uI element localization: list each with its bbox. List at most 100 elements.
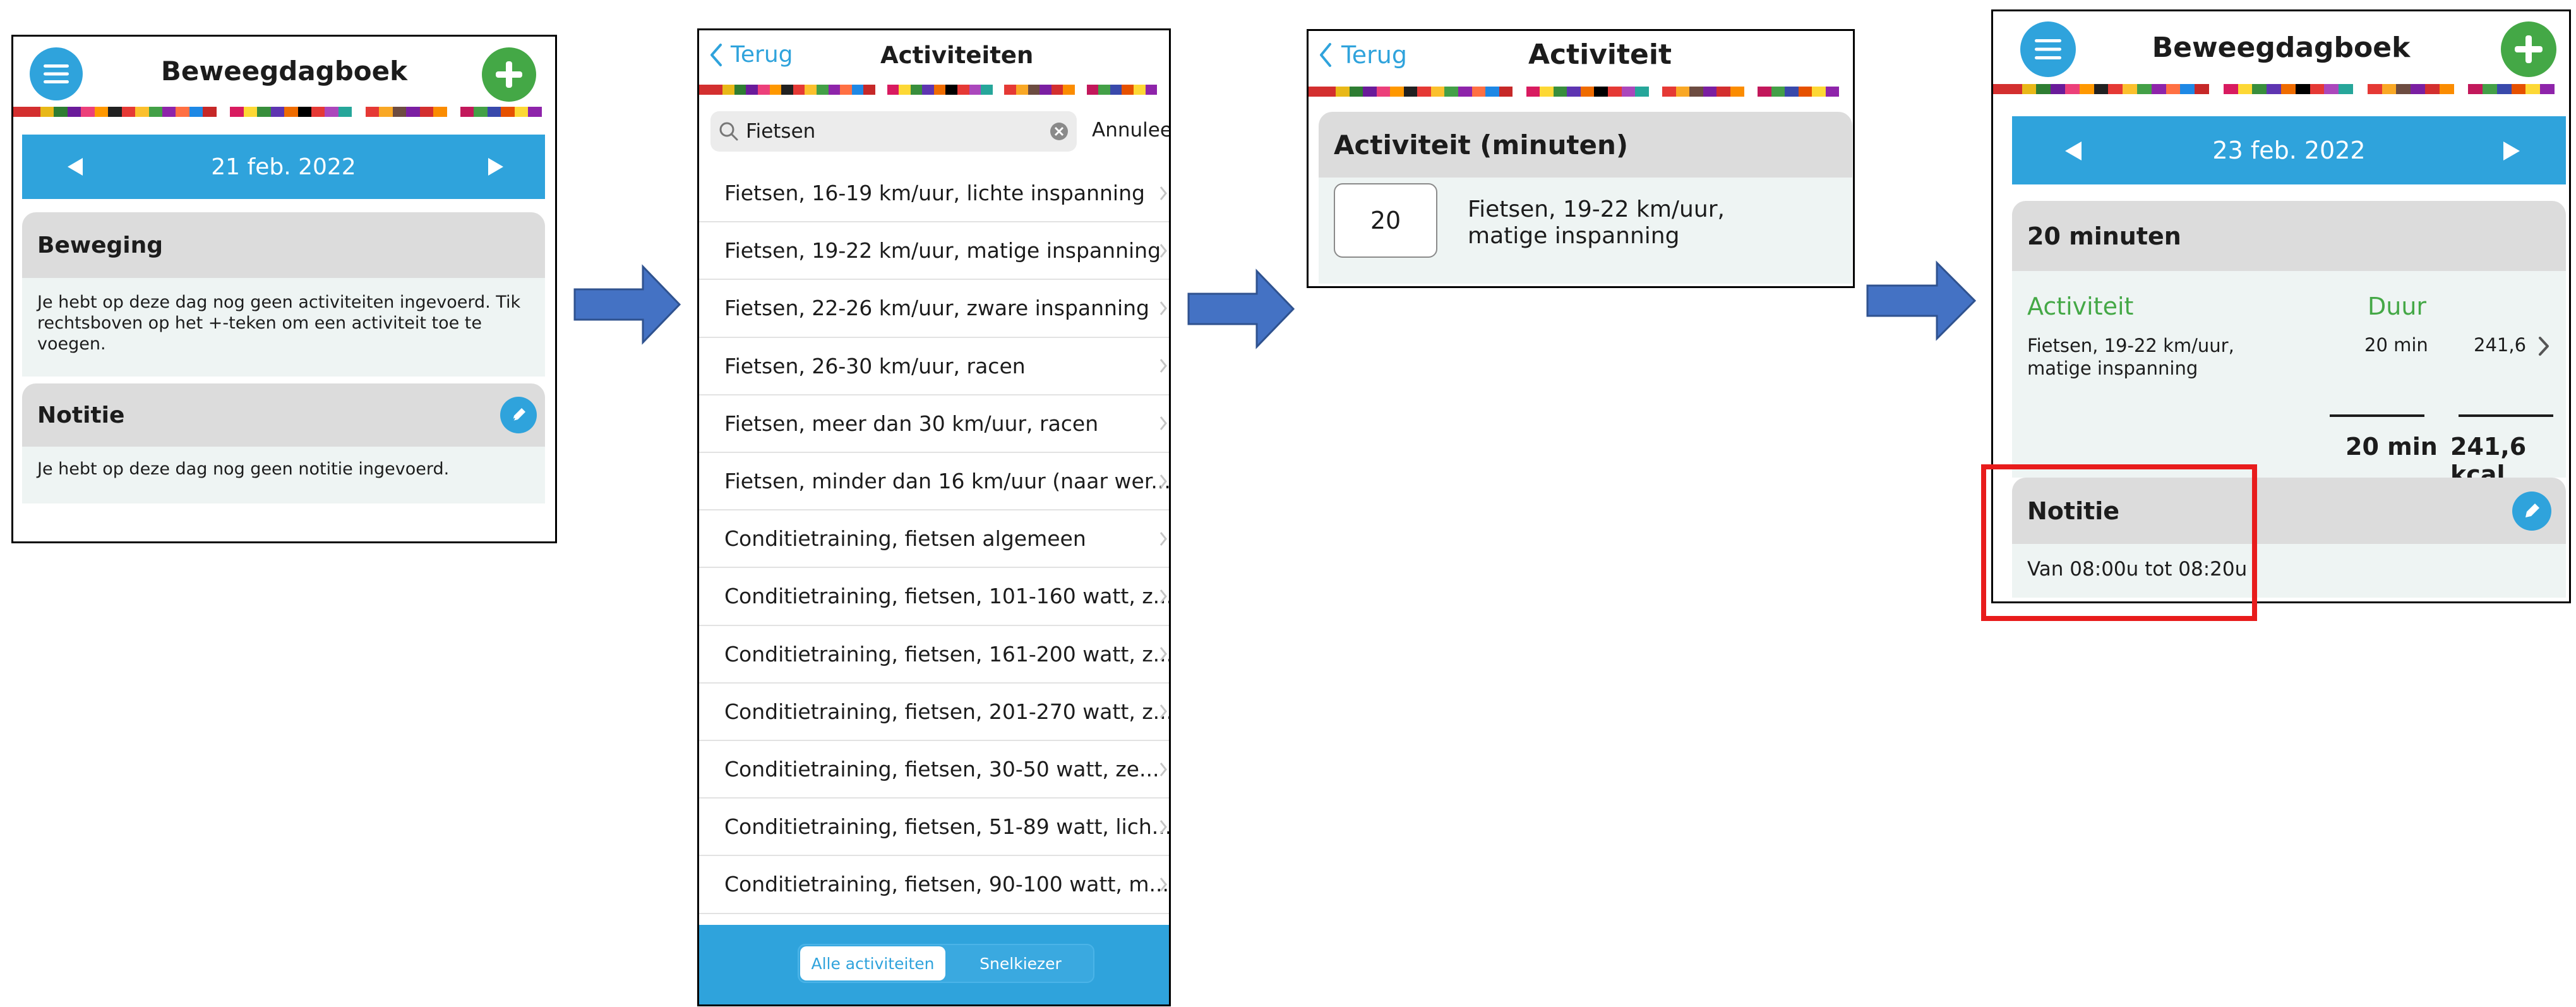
tab-snelkiezer[interactable]: Snelkiezer <box>948 946 1093 980</box>
selected-activity: Fietsen, 19-22 km/uur, matige inspanning <box>1468 196 1725 250</box>
current-date[interactable]: 23 feb. 2022 <box>2212 136 2365 164</box>
decorative-strip <box>1993 84 2569 94</box>
screen-activity-detail: Terug Activiteit Activiteit (minuten) 20… <box>1307 29 1855 288</box>
list-item-label: Conditietraining, fietsen, 101-160 watt,… <box>724 584 1171 609</box>
list-item-label: Fietsen, 19-22 km/uur, matige inspanning <box>724 238 1161 263</box>
page-title: Activiteit <box>1528 39 1672 71</box>
activity-kcal: 241,6 <box>2474 334 2527 356</box>
activity-line-2: matige inspanning <box>1468 223 1680 249</box>
chevron-right-icon <box>1159 474 1167 488</box>
list-item[interactable]: Conditietraining, fietsen, 90-100 watt, … <box>699 856 1169 914</box>
list-item[interactable]: Fietsen, minder dan 16 km/uur (naar wer.… <box>699 453 1171 511</box>
summary-body: Activiteit Duur Fietsen, 19-22 km/uur, m… <box>2012 271 2566 488</box>
chevron-right-icon <box>1159 589 1167 603</box>
pencil-icon <box>512 408 525 421</box>
minutes-section-body: 20 Fietsen, 19-22 km/uur, matige inspann… <box>1319 178 1852 284</box>
summary-title: 20 minuten <box>2027 222 2181 250</box>
total-divider-minutes <box>2330 414 2424 417</box>
screen-day-empty: Beweegdagboek 21 feb. 2022 Beweging Je h… <box>11 35 557 543</box>
arrow-right-icon <box>573 264 681 345</box>
chevron-right-icon <box>2539 337 2549 356</box>
chevron-right-icon <box>1159 531 1167 546</box>
back-button[interactable]: Terug <box>1319 41 1407 69</box>
list-item-label: Fietsen, minder dan 16 km/uur (naar wer.… <box>724 469 1171 494</box>
column-activiteit: Activiteit <box>2027 292 2134 320</box>
back-label: Terug <box>1341 41 1407 69</box>
list-item-label: Fietsen, 16-19 km/uur, lichte inspanning <box>724 181 1145 206</box>
total-minutes: 20 min <box>2345 433 2438 461</box>
add-activity-button[interactable] <box>482 47 536 102</box>
current-date[interactable]: 21 feb. 2022 <box>211 154 356 180</box>
edit-note-button[interactable] <box>500 397 537 433</box>
chevron-right-icon <box>1159 647 1167 661</box>
list-item[interactable]: Fietsen, 16-19 km/uur, lichte inspanning <box>699 165 1169 223</box>
chevron-left-icon[interactable] <box>2065 142 2082 160</box>
search-icon <box>719 122 738 141</box>
search-field[interactable]: Fietsen <box>710 111 1077 152</box>
minutes-input[interactable]: 20 <box>1334 183 1437 258</box>
notitie-body: Je hebt op deze dag nog geen notitie ing… <box>22 447 545 504</box>
cancel-button[interactable]: Annulee <box>1092 119 1169 142</box>
list-item[interactable]: Conditietraining, fietsen, 30-50 watt, z… <box>699 741 1169 799</box>
screen-activity-search: Terug Activiteiten Fietsen Annulee Fiets… <box>697 28 1171 1006</box>
page-title: Beweegdagboek <box>2152 32 2411 64</box>
arrow-right-icon <box>1187 268 1295 349</box>
list-item-label: Conditietraining, fietsen algemeen <box>724 526 1086 552</box>
activity-minutes: 20 min <box>2364 334 2428 356</box>
chevron-right-icon <box>1159 819 1167 834</box>
chevron-right-icon <box>1159 762 1167 776</box>
list-item-label: Fietsen, 22-26 km/uur, zware inspanning <box>724 296 1149 321</box>
list-item[interactable]: Fietsen, 22-26 km/uur, zware inspanning <box>699 280 1169 338</box>
list-item-label: Conditietraining, fietsen, 201-270 watt,… <box>724 699 1171 724</box>
tab-alle-activiteiten[interactable]: Alle activiteiten <box>800 946 945 980</box>
list-item[interactable]: Conditietraining, fietsen, 161-200 watt,… <box>699 626 1169 684</box>
beweging-body: Je hebt op deze dag nog geen activiteite… <box>22 278 545 377</box>
notitie-empty-text: Je hebt op deze dag nog geen notitie ing… <box>37 459 450 479</box>
chevron-right-icon <box>1159 359 1167 373</box>
back-chevron-icon <box>710 43 722 66</box>
chevron-right-icon <box>1159 186 1167 200</box>
notitie-header[interactable]: Notitie <box>22 383 545 447</box>
clear-icon[interactable] <box>1049 121 1069 142</box>
list-item[interactable]: Conditietraining, fietsen, 201-270 watt,… <box>699 684 1169 741</box>
back-button[interactable]: Terug <box>709 42 793 68</box>
add-activity-button[interactable] <box>2501 21 2556 77</box>
search-input[interactable]: Fietsen <box>746 120 815 143</box>
plus-icon <box>2515 35 2543 63</box>
list-item[interactable]: Fietsen, 19-22 km/uur, matige inspanning <box>699 222 1169 280</box>
list-item[interactable]: Conditietraining, fietsen, 51-89 watt, l… <box>699 799 1169 857</box>
list-item[interactable]: Fietsen, 26-30 km/uur, racen <box>699 338 1169 395</box>
summary-header: 20 minuten <box>2012 201 2566 271</box>
date-navigation-bar: 21 feb. 2022 <box>22 135 545 199</box>
chevron-right-icon <box>1159 704 1167 719</box>
activity-line-1: Fietsen, 19-22 km/uur, <box>1468 196 1725 222</box>
beweging-empty-text: Je hebt op deze dag nog geen activiteite… <box>37 292 521 354</box>
chevron-right-icon[interactable] <box>2503 142 2520 160</box>
list-item-label: Conditietraining, fietsen, 30-50 watt, z… <box>724 757 1159 782</box>
chevron-left-icon[interactable] <box>68 158 83 176</box>
chevron-right-icon[interactable] <box>488 158 503 176</box>
back-label: Terug <box>731 42 793 68</box>
back-chevron-icon <box>1320 43 1331 67</box>
segmented-control: Alle activiteiten Snelkiezer <box>798 944 1094 983</box>
chevron-right-icon <box>1159 416 1167 431</box>
plus-icon <box>496 61 522 88</box>
pencil-icon <box>2525 504 2539 517</box>
total-divider-kcal <box>2459 414 2553 417</box>
list-item-label: Conditietraining, fietsen, 90-100 watt, … <box>724 872 1169 897</box>
beweging-header: Beweging <box>22 212 545 278</box>
chevron-right-icon <box>1159 877 1167 891</box>
decorative-strip <box>699 85 1169 95</box>
chevron-right-icon <box>1159 301 1167 315</box>
list-item-label: Fietsen, 26-30 km/uur, racen <box>724 353 1026 378</box>
list-item[interactable]: Fietsen, meer dan 30 km/uur, racen <box>699 395 1169 453</box>
decorative-strip <box>13 107 555 117</box>
activity-row[interactable]: Fietsen, 19-22 km/uur, matige inspanning… <box>2012 334 2566 391</box>
edit-note-button[interactable] <box>2512 491 2551 531</box>
list-item[interactable]: Conditietraining, fietsen algemeen <box>699 510 1169 569</box>
list-item[interactable]: Conditietraining, fietsen, 101-160 watt,… <box>699 568 1171 626</box>
activity-name-line-2: matige inspanning <box>2027 358 2198 379</box>
segment-bar: Alle activiteiten Snelkiezer <box>699 925 1169 1004</box>
list-item-label: Conditietraining, fietsen, 161-200 watt,… <box>724 641 1171 666</box>
chevron-right-icon <box>1159 243 1167 258</box>
